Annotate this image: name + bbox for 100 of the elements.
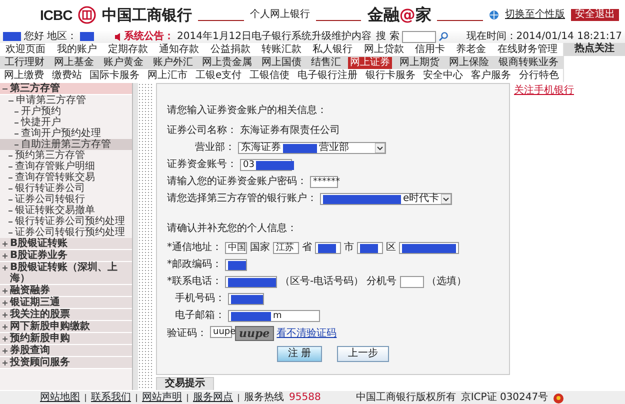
icp-text: 京ICP证 030247号: [460, 392, 548, 404]
dropdown-arrow-icon: [441, 194, 452, 204]
tree-item[interactable]: 自助注册第三方存管: [0, 139, 132, 150]
site-subtitle: 个人网上银行: [250, 9, 310, 21]
input-field[interactable]: [228, 293, 264, 305]
tree-item[interactable]: 查询存管转账交易: [0, 172, 132, 183]
bank-seal-icon: [78, 6, 96, 24]
input-field[interactable]: [225, 276, 277, 288]
logout-button[interactable]: 安全退出: [571, 9, 620, 21]
tree-item[interactable]: 银行转证券公司: [0, 183, 132, 194]
scrollbar[interactable]: [132, 83, 138, 390]
footer-link[interactable]: 网站地图: [40, 392, 80, 404]
nav-tab[interactable]: 分行特色: [517, 70, 561, 82]
tree-item[interactable]: 我关注的股票: [0, 309, 132, 321]
tree-item[interactable]: 预约新股申购: [0, 333, 132, 345]
nav-tab[interactable]: 公益捐款: [208, 44, 252, 56]
tree-item[interactable]: 银证期三通: [0, 297, 132, 309]
nav-tab[interactable]: 通知存款: [157, 44, 202, 56]
nav-tab[interactable]: 网上证券: [348, 56, 392, 68]
back-button[interactable]: 上一步: [337, 346, 390, 362]
field-label: 营业部：: [195, 142, 235, 154]
input-field[interactable]: [357, 242, 383, 254]
nav-tab[interactable]: 安全中心: [421, 70, 466, 82]
input-field[interactable]: 03: [240, 159, 292, 171]
nav-tab[interactable]: 银行卡服务: [363, 70, 418, 82]
nav-tab[interactable]: 结售汇: [308, 56, 343, 68]
current-time: 现在时间：2014/01/14 18:21:17: [466, 30, 622, 42]
tree-item[interactable]: 融资融券: [0, 285, 132, 297]
field-hint: （选填）: [426, 276, 467, 288]
unit-label: 国家: [250, 242, 270, 254]
nav-tab[interactable]: 网上基金: [52, 56, 96, 68]
unit-label: 市: [344, 242, 354, 254]
hotline-label: 服务热线: [244, 392, 284, 404]
tree-item[interactable]: B股证券业务: [0, 250, 132, 262]
nav-tab[interactable]: 工银信使: [248, 70, 292, 82]
tree-item[interactable]: 证券公司转银行预约处理: [0, 227, 132, 238]
nav-tab[interactable]: 欢迎页面: [4, 44, 48, 56]
tree-item[interactable]: B股银证转账: [0, 238, 132, 250]
bank-account-select[interactable]: e时代卡: [320, 193, 452, 205]
hot-link[interactable]: 关注手机银行: [510, 83, 625, 99]
bottom-tab[interactable]: 交易提示: [156, 377, 214, 390]
tree-item[interactable]: 开户预约: [0, 106, 132, 117]
tree-item[interactable]: 第三方存管: [0, 83, 132, 95]
nav-tab[interactable]: 国际卡服务: [88, 70, 142, 82]
nav-tab[interactable]: 工行理财: [2, 56, 47, 68]
input-field[interactable]: m: [228, 310, 320, 322]
input-field[interactable]: 江苏: [273, 242, 299, 254]
nav-tab[interactable]: 网上期货: [398, 56, 442, 68]
nav-tab[interactable]: 私人银行: [310, 44, 355, 56]
tree-item[interactable]: 查询存管账户明细: [0, 161, 132, 172]
tree-item[interactable]: 申请第三方存管: [0, 95, 132, 106]
nav-tab[interactable]: 定期存款: [106, 44, 150, 56]
tree-item[interactable]: 快捷开户: [0, 117, 132, 128]
nav-tab[interactable]: 在线财务管理: [495, 44, 560, 56]
input-field[interactable]: ******: [310, 176, 338, 188]
footer-link[interactable]: 网站声明: [142, 392, 182, 404]
slogan: 金融@家: [367, 5, 432, 25]
search-field[interactable]: [402, 30, 436, 42]
tree-item[interactable]: 网下新股申购缴款: [0, 321, 132, 333]
tree-item[interactable]: B股银证转账（深圳、上海）: [0, 262, 132, 285]
nav-tab[interactable]: 网上保险: [446, 56, 491, 68]
footer-link[interactable]: 联系我们: [91, 392, 131, 404]
input-field[interactable]: [400, 276, 424, 288]
input-field[interactable]: [315, 242, 341, 254]
nav-tab[interactable]: 工银e支付: [194, 70, 244, 82]
nav-tab[interactable]: 网上国债: [259, 56, 304, 68]
tree-item[interactable]: 银证转账交易撤单: [0, 205, 132, 216]
input-field[interactable]: 中国: [225, 242, 247, 254]
nav-tab[interactable]: 养老金: [454, 44, 488, 56]
nav-tab[interactable]: 缴费站: [50, 70, 84, 82]
nav-tab[interactable]: 网上贷款: [362, 44, 406, 56]
copyright-text: 中国工商银行版权所有: [356, 392, 456, 404]
branch-select[interactable]: 东海证券 营业部: [238, 142, 386, 154]
tree-item[interactable]: 投资顾问服务: [0, 357, 132, 369]
tree-item[interactable]: 查询开户预约处理: [0, 128, 132, 139]
switch-version-link[interactable]: 切换至个性版: [505, 9, 566, 21]
nav-tab[interactable]: 网上贵金属: [200, 56, 254, 68]
nav-tab[interactable]: 账户外汇: [150, 56, 195, 68]
nav-tab[interactable]: 网上汇市: [146, 70, 190, 82]
nav-tab[interactable]: 银商转账业务: [496, 56, 560, 68]
globe-icon: [489, 10, 500, 20]
refresh-captcha-link[interactable]: 看不清验证码: [276, 328, 337, 340]
announcement-text: 2014年1月12日电子银行系统升级维护内容: [177, 30, 373, 42]
nav-tab[interactable]: 电子银行注册: [295, 70, 360, 82]
nav-tab[interactable]: 我的账户: [54, 44, 99, 56]
nav-tab[interactable]: 账户黄金: [101, 56, 146, 68]
tree-item[interactable]: 证券公司转银行: [0, 194, 132, 205]
input-field[interactable]: [225, 259, 247, 271]
nav-tab[interactable]: 客户服务: [469, 70, 514, 82]
nav-tab[interactable]: 转账汇款: [259, 44, 304, 56]
register-button[interactable]: 注 册: [276, 346, 322, 362]
tree-item[interactable]: 券股查询: [0, 345, 132, 357]
announcement-label: 系统公告：: [124, 30, 174, 42]
input-field[interactable]: [399, 242, 459, 254]
field-label: 请您选择第三方存管的银行账户：: [167, 193, 317, 205]
nav-tab[interactable]: 网上缴费: [2, 70, 46, 82]
nav-tab[interactable]: 信用卡: [412, 44, 447, 56]
tree-item[interactable]: 银行转证券公司预约处理: [0, 216, 132, 227]
footer-link[interactable]: 服务网点: [193, 392, 233, 404]
tree-item[interactable]: 预约第三方存管: [0, 150, 132, 161]
